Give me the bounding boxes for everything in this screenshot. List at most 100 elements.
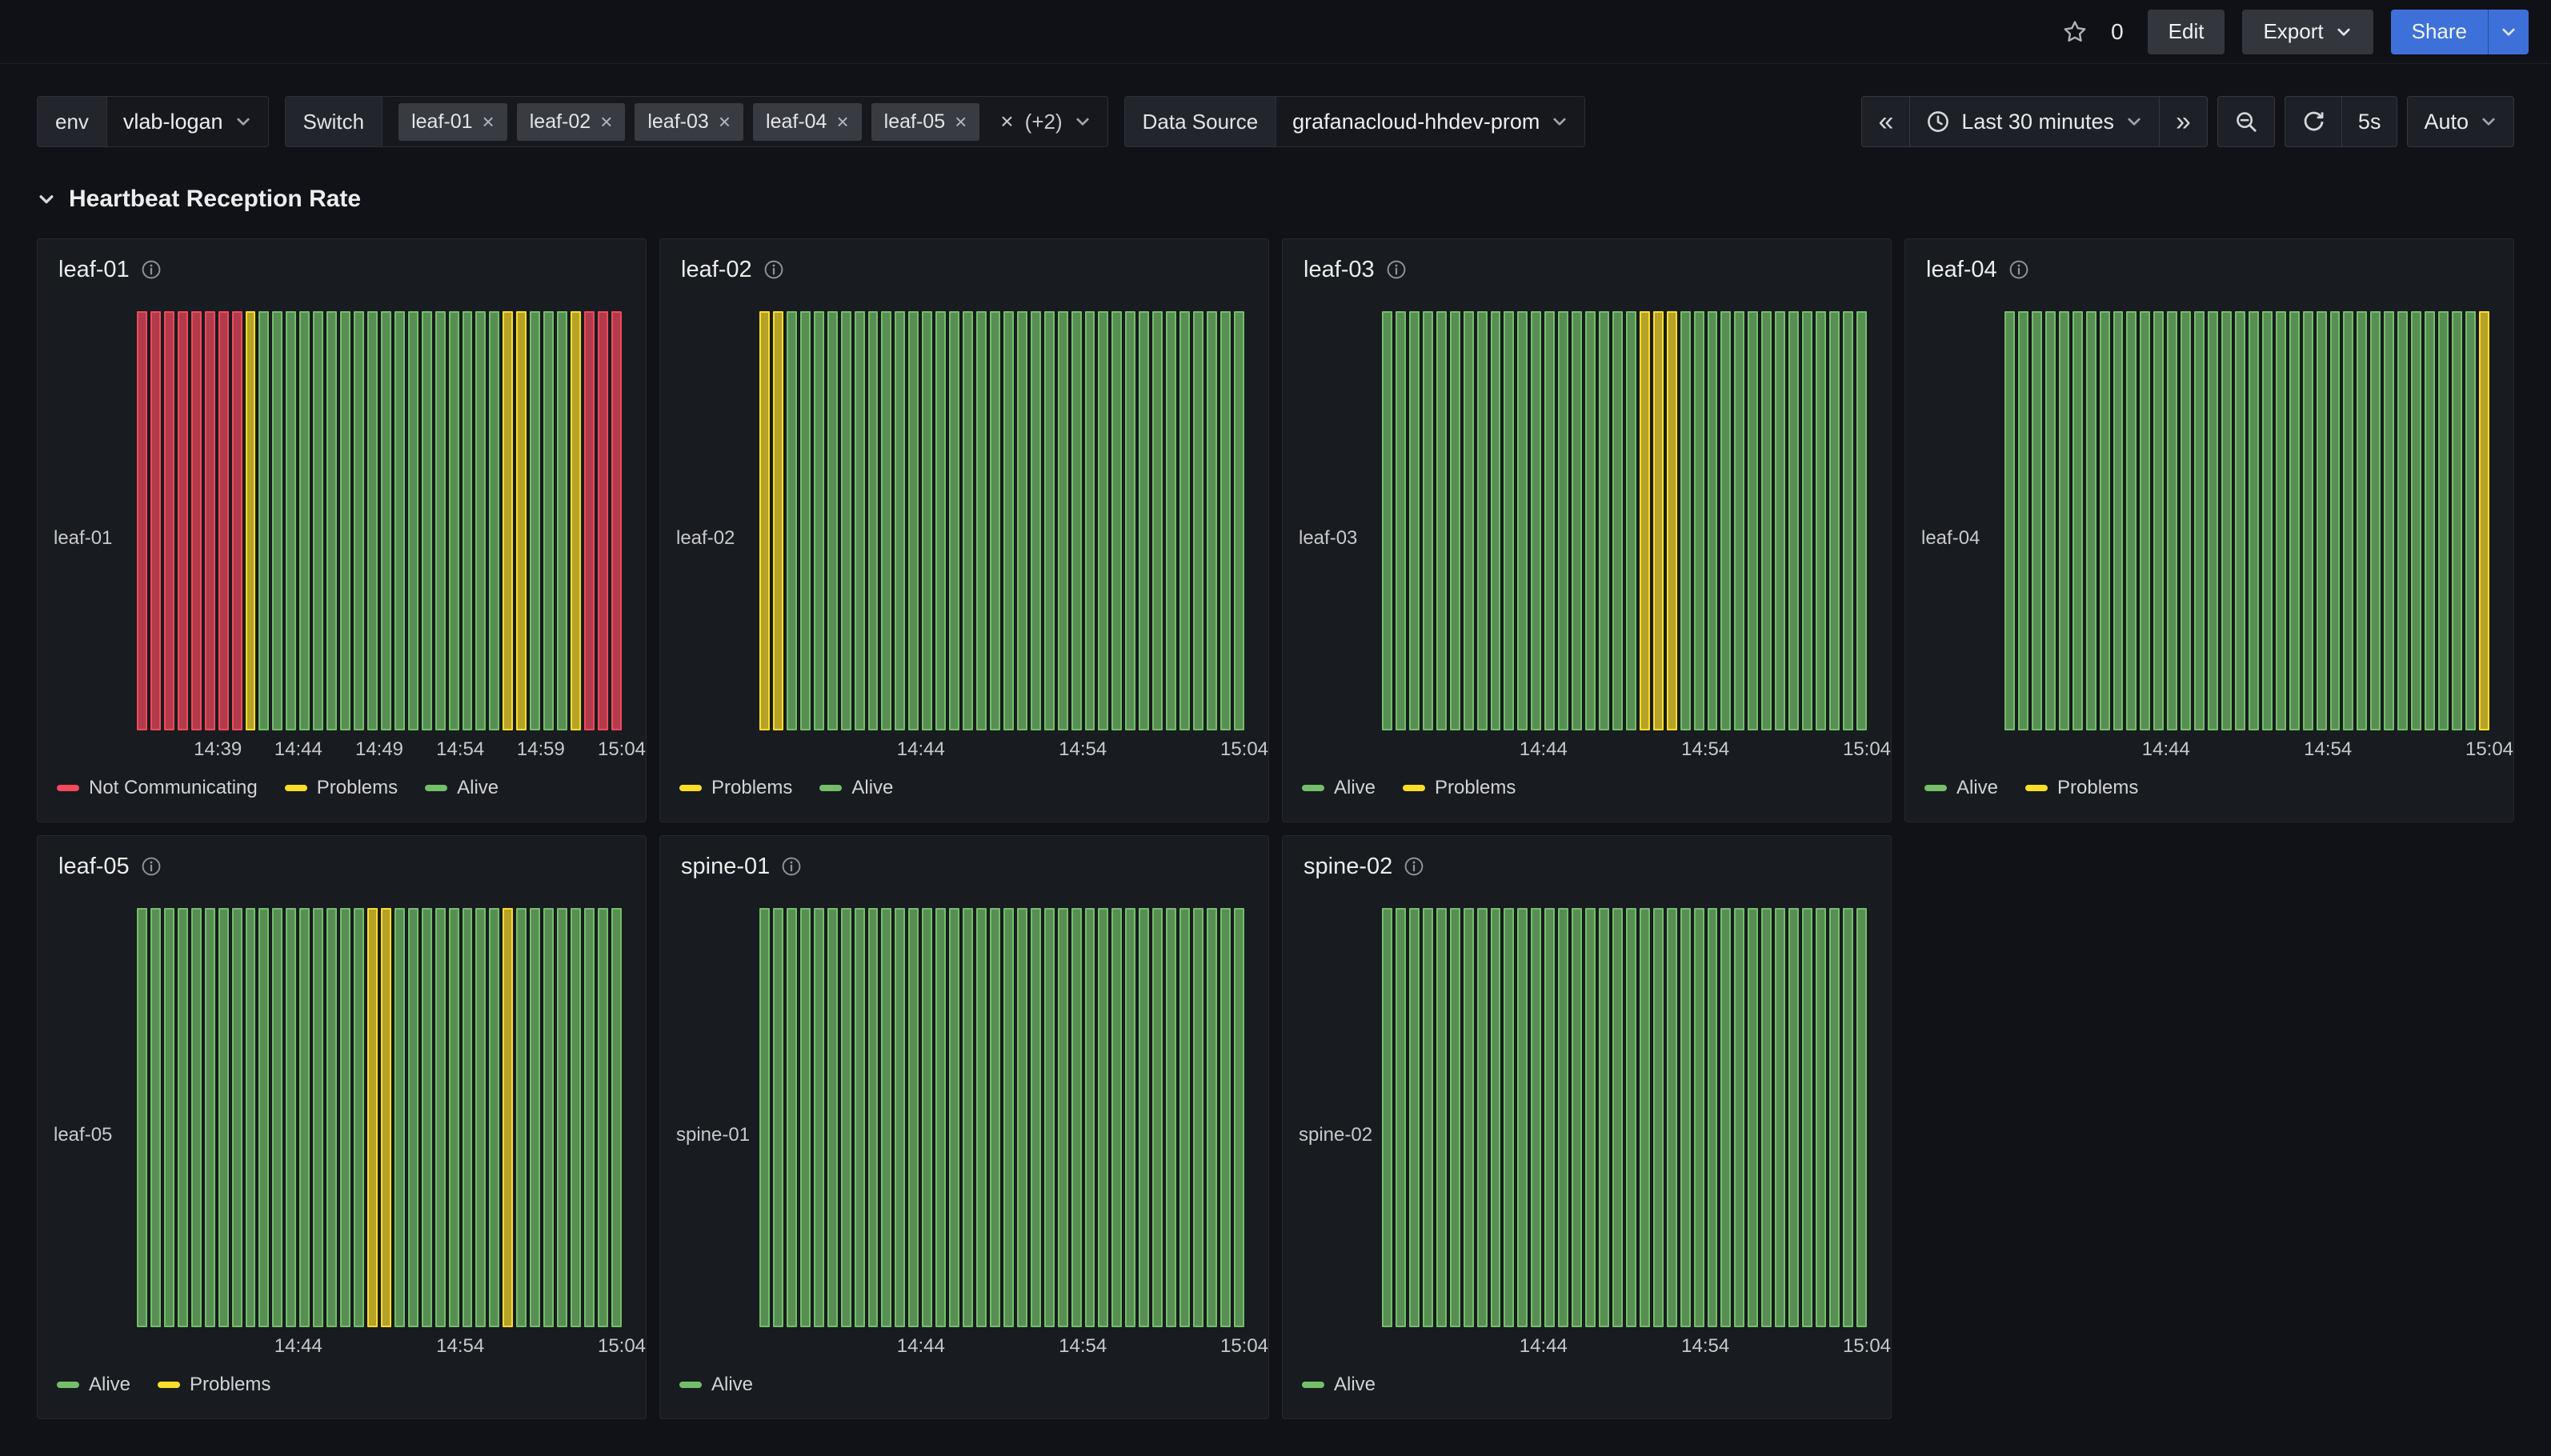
panel-header[interactable]: leaf-04 bbox=[1905, 250, 2513, 289]
status-bar-alive bbox=[475, 311, 486, 730]
filter-chip-leaf-05[interactable]: leaf-05× bbox=[871, 103, 980, 141]
status-bar-alive bbox=[1207, 908, 1217, 1327]
export-button[interactable]: Export bbox=[2242, 10, 2373, 54]
panel-header[interactable]: spine-02 bbox=[1283, 847, 1891, 886]
status-bar-alive bbox=[2194, 311, 2205, 730]
panels-grid: leaf-01 leaf-01 14:3914:4414:4914:5414:5… bbox=[0, 238, 2551, 1419]
status-bar-alive bbox=[976, 311, 987, 730]
filter-chip-leaf-03[interactable]: leaf-03× bbox=[635, 103, 743, 141]
info-icon[interactable] bbox=[781, 856, 802, 877]
status-bar-alive bbox=[354, 908, 364, 1327]
time-shift-forward-button[interactable]: » bbox=[2159, 96, 2208, 147]
filter-chip-leaf-02[interactable]: leaf-02× bbox=[517, 103, 626, 141]
edit-button[interactable]: Edit bbox=[2148, 10, 2225, 54]
legend-item-alive[interactable]: Alive bbox=[1302, 1374, 1376, 1396]
status-bar-not-communicating bbox=[137, 311, 147, 730]
star-button[interactable] bbox=[2056, 14, 2093, 50]
chevron-down-icon bbox=[2480, 113, 2497, 130]
legend-item-problems[interactable]: Problems bbox=[158, 1374, 270, 1396]
status-bar-alive bbox=[1802, 908, 1812, 1327]
panel-title: spine-02 bbox=[1304, 854, 1392, 880]
status-bar-alive bbox=[1058, 908, 1068, 1327]
time-range-picker[interactable]: Last 30 minutes bbox=[1909, 96, 2160, 147]
auto-refresh-dropdown[interactable]: Auto bbox=[2407, 96, 2514, 147]
status-bar-alive bbox=[218, 908, 229, 1327]
status-bar-alive bbox=[2249, 311, 2259, 730]
env-variable-select[interactable]: vlab-logan bbox=[107, 97, 268, 146]
chip-remove-icon[interactable]: × bbox=[955, 110, 967, 134]
share-button[interactable]: Share bbox=[2391, 10, 2488, 54]
status-bar-alive bbox=[449, 311, 459, 730]
legend-item-alive[interactable]: Alive bbox=[1924, 777, 1998, 799]
panel-bars[interactable] bbox=[137, 908, 622, 1327]
status-bar-alive bbox=[827, 311, 838, 730]
legend-item-alive[interactable]: Alive bbox=[57, 1374, 130, 1396]
status-bar-alive bbox=[191, 908, 202, 1327]
legend-item-alive[interactable]: Alive bbox=[1302, 777, 1376, 799]
refresh-interval-button[interactable]: 5s bbox=[2341, 96, 2398, 147]
panel-header[interactable]: leaf-05 bbox=[38, 847, 646, 886]
switch-variable-select[interactable]: leaf-01× leaf-02×leaf-03× leaf-04×leaf-05×… bbox=[382, 97, 1107, 146]
status-bar-alive bbox=[611, 908, 622, 1327]
legend-item-alive[interactable]: Alive bbox=[679, 1374, 753, 1396]
legend-item-alive[interactable]: Alive bbox=[425, 777, 499, 799]
status-bar-alive bbox=[1139, 908, 1149, 1327]
panel-header[interactable]: leaf-02 bbox=[660, 250, 1268, 289]
info-icon[interactable] bbox=[141, 259, 162, 280]
legend-item-problems[interactable]: Problems bbox=[679, 777, 792, 799]
status-bar-alive bbox=[1111, 908, 1122, 1327]
chip-remove-icon[interactable]: × bbox=[483, 110, 495, 134]
panel-bars[interactable] bbox=[137, 311, 622, 730]
filter-chip-leaf-04[interactable]: leaf-04× bbox=[753, 103, 862, 141]
panel-bars[interactable] bbox=[1382, 311, 1867, 730]
legend-item-alive[interactable]: Alive bbox=[819, 777, 893, 799]
status-bar-alive bbox=[1450, 311, 1460, 730]
panel-header[interactable]: spine-01 bbox=[660, 847, 1268, 886]
refresh-button[interactable] bbox=[2285, 96, 2342, 147]
status-bar-alive bbox=[1179, 908, 1190, 1327]
status-bar-problems bbox=[571, 311, 581, 730]
row-heartbeat-reception-rate[interactable]: Heartbeat Reception Rate bbox=[0, 147, 2551, 238]
x-axis-tick: 15:04 bbox=[1843, 738, 1891, 761]
filter-chip-leaf-01[interactable]: leaf-01× bbox=[398, 103, 507, 141]
status-bar-alive bbox=[773, 908, 783, 1327]
datasource-variable-select[interactable]: grafanacloud-hhdev-prom bbox=[1276, 97, 1584, 146]
legend-item-problems[interactable]: Problems bbox=[2025, 777, 2138, 799]
panel-header[interactable]: leaf-03 bbox=[1283, 250, 1891, 289]
status-bar-not-communicating bbox=[178, 311, 188, 730]
panel-legend: Alive bbox=[660, 1362, 1268, 1396]
info-icon[interactable] bbox=[141, 856, 162, 877]
panel-bars[interactable] bbox=[759, 908, 1244, 1327]
legend-item-not-communicating[interactable]: Not Communicating bbox=[57, 777, 258, 799]
zoom-out-icon bbox=[2234, 110, 2258, 134]
share-menu-button[interactable] bbox=[2488, 10, 2529, 54]
time-shift-back-button[interactable]: « bbox=[1861, 96, 1910, 147]
info-icon[interactable] bbox=[1386, 259, 1407, 280]
legend-item-problems[interactable]: Problems bbox=[1403, 777, 1516, 799]
panel-bars[interactable] bbox=[1382, 908, 1867, 1327]
legend-label: Alive bbox=[1956, 777, 1998, 799]
chip-remove-icon[interactable]: × bbox=[836, 110, 848, 134]
panel-bars[interactable] bbox=[759, 311, 1244, 730]
status-bar-alive bbox=[1139, 311, 1149, 730]
status-bar-alive bbox=[422, 311, 432, 730]
panel-leaf-03: leaf-03 leaf-03 14:4414:5415:04 AlivePro… bbox=[1282, 238, 1892, 822]
variable-controls: env vlab-logan Switch leaf-01×leaf-02×le… bbox=[37, 96, 1585, 147]
x-axis-tick: 14:49 bbox=[355, 738, 403, 761]
legend-swatch bbox=[1924, 785, 1947, 791]
clear-filter-icon[interactable]: × bbox=[1000, 109, 1013, 134]
chip-remove-icon[interactable]: × bbox=[719, 110, 731, 134]
status-bar-alive bbox=[895, 311, 905, 730]
status-bar-alive bbox=[1464, 908, 1474, 1327]
chip-remove-icon[interactable]: × bbox=[600, 110, 612, 134]
info-icon[interactable] bbox=[2008, 259, 2029, 280]
info-icon[interactable] bbox=[763, 259, 784, 280]
zoom-out-button[interactable] bbox=[2217, 96, 2275, 147]
status-bar-alive bbox=[1450, 908, 1460, 1327]
info-icon[interactable] bbox=[1404, 856, 1424, 877]
panel-header[interactable]: leaf-01 bbox=[38, 250, 646, 289]
env-variable-label: env bbox=[38, 97, 107, 146]
panel-bars[interactable] bbox=[2004, 311, 2489, 730]
legend-item-problems[interactable]: Problems bbox=[285, 777, 398, 799]
status-bar-alive bbox=[367, 311, 378, 730]
